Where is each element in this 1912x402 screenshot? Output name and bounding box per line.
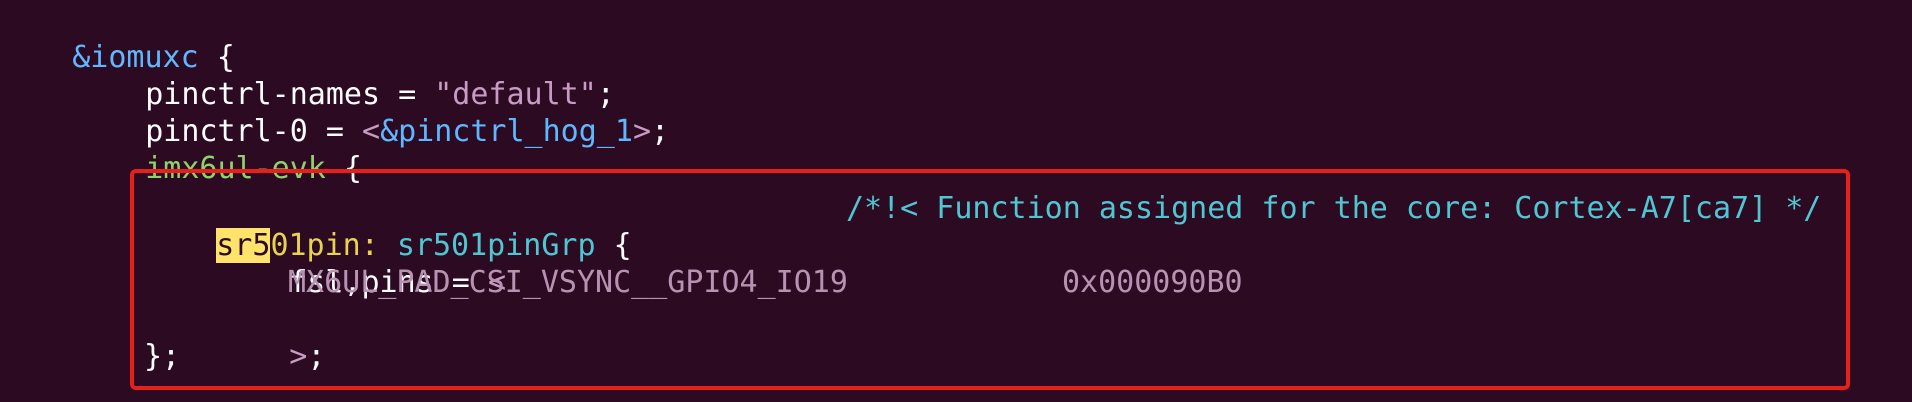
- open-angle: <: [362, 114, 381, 149]
- phandle-pinctrl-hog-1: &pinctrl_hog_1: [380, 114, 633, 149]
- code-editor[interactable]: &iomuxc { pinctrl-names = "default"; pin…: [0, 0, 1912, 402]
- close-angle: >: [632, 114, 651, 149]
- semicolon: ;: [651, 114, 670, 149]
- code-line-4: imx6ul-evk {: [73, 113, 362, 186]
- code-line-3: pinctrl-0 = <&pinctrl_hog_1>;: [73, 76, 669, 149]
- annotation-highlight-box: [130, 169, 1850, 390]
- code-line-1: &iomuxc {: [0, 2, 235, 75]
- code-line-2: pinctrl-names = "default";: [73, 39, 615, 112]
